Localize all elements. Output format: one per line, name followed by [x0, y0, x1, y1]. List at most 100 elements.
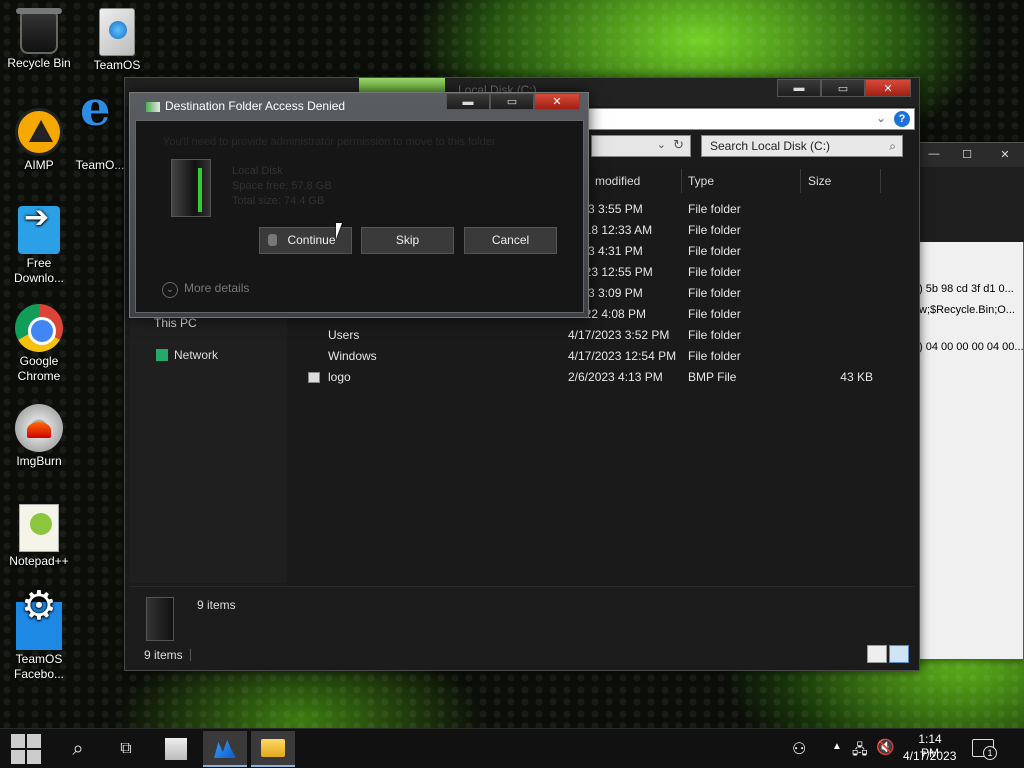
- notification-center-icon[interactable]: 1: [972, 739, 997, 760]
- notepad-icon: [165, 738, 187, 760]
- total-size: Total size: 74.4 GB: [232, 195, 325, 207]
- cell-modified: 4/17/2023 3:52 PM: [568, 328, 670, 342]
- imgburn-icon: [15, 404, 63, 452]
- desktop-icon-imgburn[interactable]: ImgBurn: [0, 404, 78, 469]
- folder-icon: [308, 330, 320, 341]
- mouse-cursor-icon: [336, 223, 342, 239]
- nav-item-network[interactable]: Network: [156, 348, 218, 362]
- maximize-button[interactable]: ▭: [490, 93, 534, 110]
- desktop-icon-label: Google Chrome: [17, 354, 61, 383]
- skip-button[interactable]: Skip: [361, 227, 454, 254]
- network-tray-icon[interactable]: 🖧: [852, 739, 868, 763]
- desktop-icon-teamos[interactable]: TeamOS: [78, 8, 156, 73]
- cell-modified: 2/6/2023 4:13 PM: [568, 370, 663, 384]
- cell-type: File folder: [688, 307, 741, 321]
- dialog-folder-icon: [146, 102, 160, 112]
- more-details-label: More details: [184, 281, 250, 295]
- notepadpp-icon: [19, 504, 59, 552]
- dialog-caption-buttons: ▬ ▭ ✕: [446, 93, 580, 110]
- cell-type: File folder: [688, 223, 741, 237]
- explorer-caption-buttons: ▬ ▭ ✕: [777, 79, 911, 97]
- large-icons-view-icon[interactable]: [889, 645, 909, 663]
- free-download-icon: [18, 206, 60, 254]
- folder-icon: [308, 351, 320, 362]
- aimp-icon: [15, 108, 63, 156]
- maximize-button[interactable]: ☐: [947, 145, 987, 163]
- column-header-type[interactable]: Type: [683, 169, 801, 193]
- more-details-toggle[interactable]: ⌄ More details: [162, 281, 249, 298]
- column-header-size[interactable]: Size: [803, 169, 881, 193]
- desktop-icon-label: AIMP: [24, 158, 54, 172]
- search-input[interactable]: Search Local Disk (C:) ⌕: [701, 135, 903, 157]
- table-row[interactable]: Windows 4/17/2023 12:54 PM File folder: [300, 346, 910, 367]
- desktop-icon-label: ImgBurn: [16, 454, 62, 468]
- desktop-icon-aimp[interactable]: AIMP: [0, 108, 78, 173]
- close-button[interactable]: ✕: [534, 93, 580, 110]
- cell-type: File folder: [688, 265, 741, 279]
- folder-icon: [261, 739, 285, 757]
- cell-type: BMP File: [688, 370, 737, 384]
- chart-app-icon: [214, 740, 236, 758]
- table-row[interactable]: logo 2/6/2023 4:13 PM BMP File 43 KB: [300, 367, 910, 388]
- taskbar-app-explorer[interactable]: [251, 731, 295, 767]
- minimize-button[interactable]: ▬: [446, 93, 490, 110]
- search-placeholder: Search Local Disk (C:): [710, 139, 831, 153]
- desktop-icon-teamos-ie[interactable]: TeamO...: [70, 102, 130, 173]
- drive-name: Local Disk: [232, 165, 283, 177]
- cell-name: Users: [328, 328, 360, 342]
- text-line: ) 5b 98 cd 3f d1 0...: [919, 283, 1014, 295]
- desktop-icon-chrome[interactable]: Google Chrome: [0, 304, 78, 384]
- cell-type: File folder: [688, 328, 741, 342]
- search-button[interactable]: ⌕: [56, 731, 100, 767]
- people-icon[interactable]: ⚇: [792, 739, 806, 759]
- status-divider: [190, 649, 191, 661]
- close-button[interactable]: ✕: [987, 145, 1023, 163]
- desktop-icon-notepadpp[interactable]: Notepad++: [0, 504, 78, 569]
- close-button[interactable]: ✕: [865, 79, 911, 97]
- taskbar-app-hex[interactable]: [203, 731, 247, 767]
- maximize-button[interactable]: ▭: [821, 79, 865, 97]
- details-pane: [129, 586, 915, 666]
- chevron-down-icon: ⌄: [162, 282, 178, 298]
- minimize-button[interactable]: ▬: [777, 79, 821, 97]
- column-header-modified[interactable]: modified: [590, 169, 682, 193]
- background-window-caption-buttons: — ☐ ✕: [921, 145, 1023, 163]
- volume-muted-icon[interactable]: 🔇: [876, 738, 895, 756]
- space-free: Space free: 57.8 GB: [232, 180, 332, 192]
- cell-type: File folder: [688, 349, 741, 363]
- task-view-button[interactable]: ⧉: [104, 731, 148, 767]
- chevron-down-icon[interactable]: ⌄: [876, 111, 886, 125]
- text-line: w;$Recycle.Bin;O...: [919, 304, 1015, 316]
- clock-date[interactable]: 4/17/2023: [903, 749, 956, 763]
- cell-type: File folder: [688, 286, 741, 300]
- cancel-button[interactable]: Cancel: [464, 227, 557, 254]
- details-view-icon[interactable]: [867, 645, 887, 663]
- minimize-button[interactable]: —: [921, 145, 947, 163]
- desktop-icon-label: TeamO...: [75, 158, 125, 172]
- cell-type: File folder: [688, 202, 741, 216]
- dialog-message: You'll need to provide administrator per…: [163, 136, 496, 148]
- network-icon: [156, 349, 168, 361]
- desktop-icon-label: TeamOS: [93, 58, 141, 72]
- desktop-icon-teamos-facebook[interactable]: TeamOS Facebo...: [0, 599, 78, 682]
- address-bar[interactable]: ⌄ ↻: [591, 135, 691, 157]
- cell-modified: 4/17/2023 12:54 PM: [568, 349, 677, 363]
- refresh-icon[interactable]: ↻: [673, 137, 684, 153]
- desktop-icon-label: Notepad++: [9, 554, 69, 568]
- desktop-icon-label: Free Downlo...: [13, 256, 65, 285]
- nav-item-this-pc[interactable]: This PC: [154, 316, 197, 330]
- desktop-icon-recycle-bin[interactable]: Recycle Bin: [0, 8, 78, 71]
- access-denied-dialog[interactable]: Destination Folder Access Denied ▬ ▭ ✕ Y…: [129, 92, 589, 318]
- ie-icon: [76, 102, 124, 156]
- table-row[interactable]: Users 4/17/2023 3:52 PM File folder: [300, 325, 910, 346]
- chevron-down-icon[interactable]: ⌄: [657, 138, 666, 151]
- task-view-icon: ⧉: [120, 740, 132, 757]
- windows-logo-icon: [11, 734, 41, 764]
- details-item-count: 9 items: [197, 598, 236, 612]
- taskbar-app-notepad[interactable]: [154, 731, 198, 767]
- chevron-up-icon[interactable]: ▲: [832, 741, 842, 752]
- help-icon[interactable]: ?: [894, 111, 910, 127]
- desktop-icon-free-download[interactable]: Free Downlo...: [0, 206, 78, 286]
- start-button[interactable]: [4, 731, 48, 767]
- nav-label: This PC: [154, 316, 197, 330]
